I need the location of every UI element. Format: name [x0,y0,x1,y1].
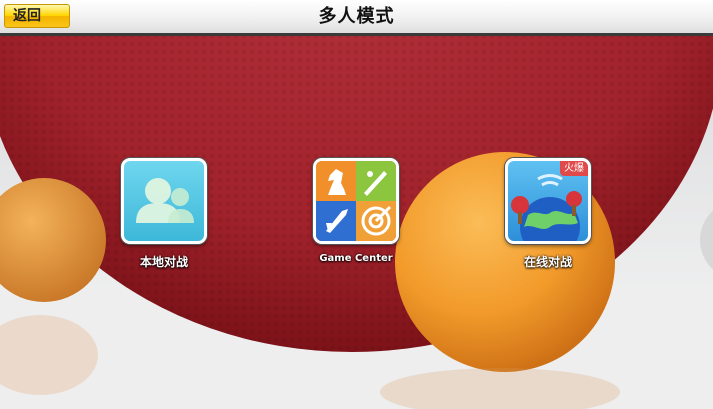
game-center-button[interactable]: Game Center [306,158,406,264]
local-players-icon [121,158,207,244]
online-globe-icon: 火爆 [505,158,591,244]
top-bar: 返回 多人模式 [0,0,713,36]
online-match-button[interactable]: 火爆 在线对战 [498,158,598,270]
game-center-icon [313,158,399,244]
local-match-button[interactable]: 本地对战 [114,158,214,270]
hot-badge: 火爆 [560,161,588,176]
local-match-label: 本地对战 [139,255,188,269]
online-match-label: 在线对战 [523,255,572,269]
page-title: 多人模式 [318,6,395,27]
game-center-label: Game Center [319,253,393,264]
